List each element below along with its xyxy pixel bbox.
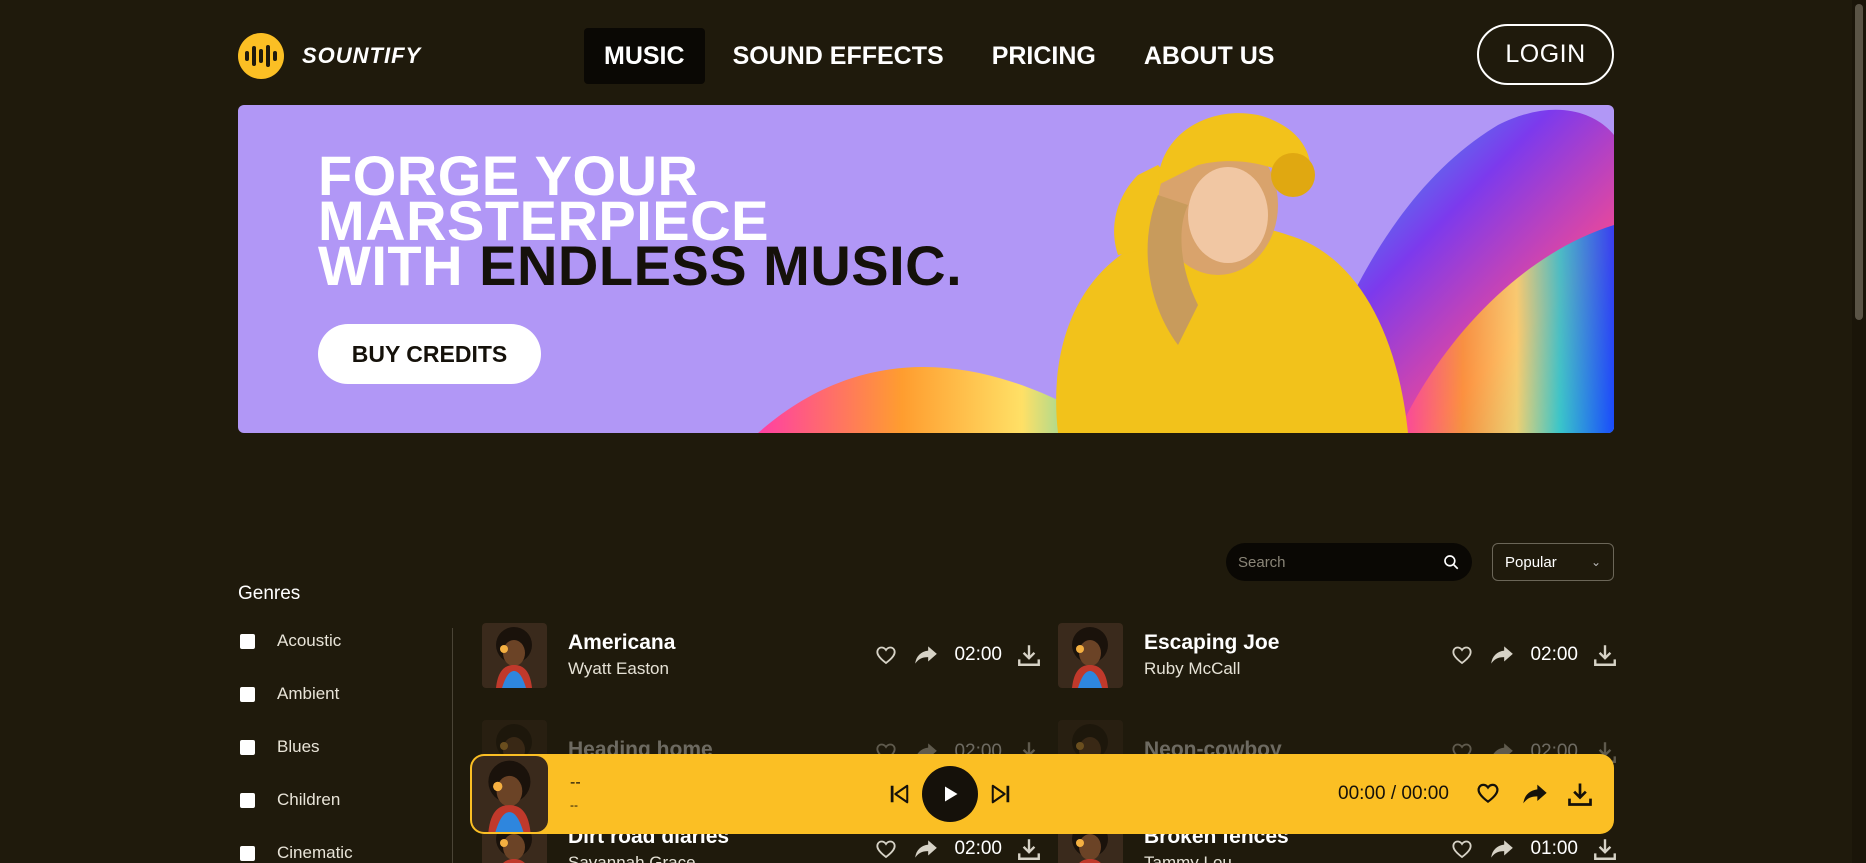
download-icon[interactable] xyxy=(1592,836,1618,862)
track-actions: 02:00 xyxy=(874,642,1042,668)
brand-logo[interactable]: SOUNTIFY xyxy=(238,33,421,79)
share-icon[interactable] xyxy=(912,642,940,668)
search-input[interactable]: Search xyxy=(1226,543,1472,581)
player-cover-art xyxy=(472,756,548,832)
genres-heading: Genres xyxy=(238,583,301,604)
player-track-artist: -- xyxy=(570,798,578,812)
track-info: Escaping Joe Ruby McCall xyxy=(1144,631,1414,679)
track-cover-art[interactable] xyxy=(482,622,547,688)
genre-filter-cinematic[interactable]: Cinematic xyxy=(240,843,353,863)
nav-item-music[interactable]: MUSIC xyxy=(584,28,705,84)
play-icon xyxy=(945,786,958,802)
track-row[interactable]: Americana Wyatt Easton 02:00 xyxy=(482,621,1042,689)
share-icon[interactable] xyxy=(1488,642,1516,668)
genre-checkbox[interactable] xyxy=(240,845,255,861)
hero-line-3-prefix: WITH xyxy=(318,234,480,297)
genre-checkbox[interactable] xyxy=(240,739,255,755)
heart-icon[interactable] xyxy=(1450,643,1474,667)
download-icon[interactable] xyxy=(1016,836,1042,862)
track-cover-art[interactable] xyxy=(1058,622,1123,688)
chevron-down-icon: ⌄ xyxy=(1590,555,1601,569)
share-icon[interactable] xyxy=(1520,780,1550,808)
heart-icon[interactable] xyxy=(874,837,898,861)
player-time: 00:00 / 00:00 xyxy=(1338,783,1449,804)
track-actions: 02:00 xyxy=(1450,642,1618,668)
track-duration: 01:00 xyxy=(1530,838,1578,859)
download-icon[interactable] xyxy=(1016,642,1042,668)
download-icon[interactable] xyxy=(1592,642,1618,668)
search-icon[interactable] xyxy=(1442,553,1460,571)
track-actions: 01:00 xyxy=(1450,836,1618,862)
heart-icon[interactable] xyxy=(1450,837,1474,861)
hero-headline: FORGE YOUR MARSTERPIECE WITH ENDLESS MUS… xyxy=(318,148,962,294)
track-info: Americana Wyatt Easton xyxy=(568,631,838,679)
search-placeholder: Search xyxy=(1238,553,1286,571)
genre-filter-blues[interactable]: Blues xyxy=(240,737,320,757)
track-duration: 02:00 xyxy=(954,644,1002,665)
track-duration: 02:00 xyxy=(954,838,1002,859)
sound-wave-icon xyxy=(238,33,284,79)
login-button[interactable]: LOGIN xyxy=(1477,24,1614,85)
genre-label: Children xyxy=(277,790,341,809)
genre-checkbox[interactable] xyxy=(240,792,255,808)
genre-label: Cinematic xyxy=(277,843,353,862)
track-artist[interactable]: Tammy Lou xyxy=(1144,853,1414,863)
track-artist[interactable]: Ruby McCall xyxy=(1144,659,1414,679)
genre-checkbox[interactable] xyxy=(240,686,255,702)
genre-label: Blues xyxy=(277,737,320,756)
hero-banner: FORGE YOUR MARSTERPIECE WITH ENDLESS MUS… xyxy=(238,105,1614,433)
genre-label: Ambient xyxy=(277,684,340,703)
brand-name: SOUNTIFY xyxy=(302,43,422,68)
track-artist[interactable]: Savannah Grace xyxy=(568,853,838,863)
track-row[interactable]: Escaping Joe Ruby McCall 02:00 xyxy=(1058,621,1618,689)
next-track-icon[interactable] xyxy=(990,783,1012,805)
page-scrollbar[interactable] xyxy=(1852,0,1866,863)
play-button[interactable] xyxy=(922,766,978,822)
genre-filter-acoustic[interactable]: Acoustic xyxy=(240,631,341,651)
site-header: SOUNTIFY MUSIC SOUND EFFECTS PRICING ABO… xyxy=(238,24,1614,86)
scrollbar-thumb[interactable] xyxy=(1855,4,1863,320)
nav-item-about-us[interactable]: ABOUT US xyxy=(1124,28,1295,84)
genre-checkbox[interactable] xyxy=(240,633,255,649)
hero-line-3: WITH ENDLESS MUSIC. xyxy=(318,238,962,294)
sort-selected-value: Popular xyxy=(1505,553,1557,571)
genre-filter-children[interactable]: Children xyxy=(240,790,340,810)
download-icon[interactable] xyxy=(1566,780,1594,808)
hero-line-3-highlight: ENDLESS MUSIC. xyxy=(479,234,963,297)
share-icon[interactable] xyxy=(1488,836,1516,862)
main-nav: MUSIC SOUND EFFECTS PRICING ABOUT US xyxy=(584,28,1294,84)
track-title[interactable]: Escaping Joe xyxy=(1144,631,1414,655)
sidebar-divider xyxy=(452,628,453,863)
previous-track-icon[interactable] xyxy=(888,783,910,805)
track-title[interactable]: Americana xyxy=(568,631,838,655)
heart-icon[interactable] xyxy=(874,643,898,667)
buy-credits-button[interactable]: BUY CREDITS xyxy=(318,324,541,384)
player-track-title: -- xyxy=(570,774,581,791)
track-artist[interactable]: Wyatt Easton xyxy=(568,659,838,679)
nav-item-pricing[interactable]: PRICING xyxy=(972,28,1116,84)
nav-item-sound-effects[interactable]: SOUND EFFECTS xyxy=(713,28,964,84)
track-duration: 02:00 xyxy=(1530,644,1578,665)
audio-player: -- -- 00:00 / 00:00 xyxy=(470,754,1614,834)
genre-filter-ambient[interactable]: Ambient xyxy=(240,684,339,704)
track-actions: 02:00 xyxy=(874,836,1042,862)
share-icon[interactable] xyxy=(912,836,940,862)
sort-select[interactable]: Popular ⌄ xyxy=(1492,543,1614,581)
genre-label: Acoustic xyxy=(277,631,342,650)
heart-icon[interactable] xyxy=(1475,780,1501,806)
